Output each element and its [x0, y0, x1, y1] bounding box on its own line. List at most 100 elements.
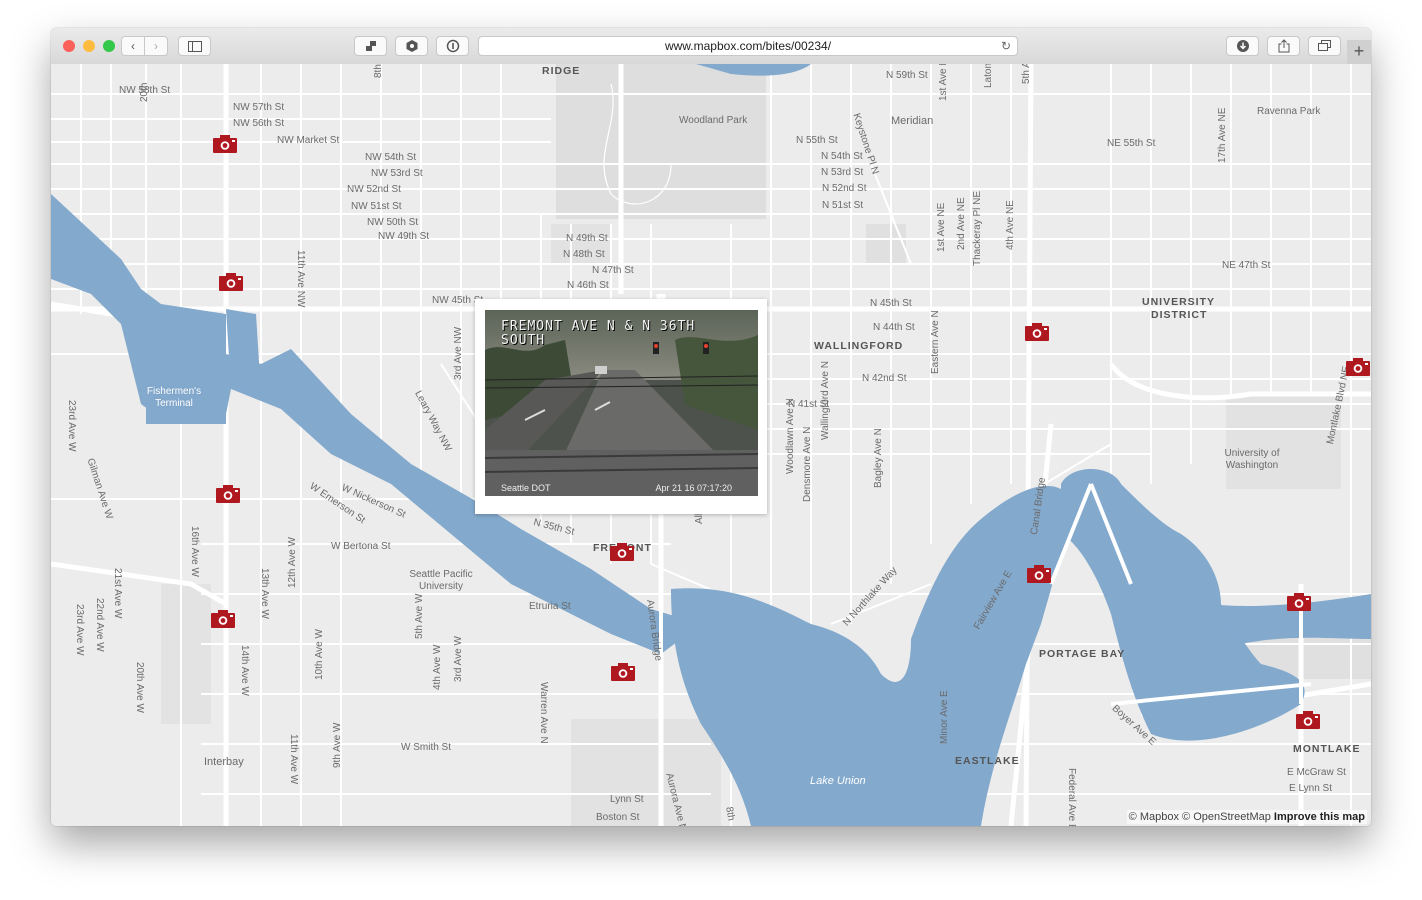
- extension-icon: [365, 41, 376, 51]
- map-canvas[interactable]: NW 58th St NW 57th St NW 56th St NW Mark…: [51, 64, 1371, 826]
- forward-icon: ›: [154, 39, 158, 53]
- map-label: NW 49th St: [378, 231, 430, 242]
- zoom-window-icon[interactable]: [103, 40, 115, 52]
- download-button[interactable]: [1226, 36, 1259, 56]
- map-label: N 46th St: [567, 280, 609, 291]
- tabs-button[interactable]: [1308, 36, 1341, 56]
- map-label: N 48th St: [563, 249, 605, 260]
- map-label: NW 57th St: [233, 102, 285, 113]
- traffic-camera-icon[interactable]: [609, 542, 635, 562]
- map-label: NW 51st St: [351, 201, 402, 212]
- map-label: 8th: [373, 64, 384, 78]
- map-label: E McGraw St: [1287, 767, 1346, 778]
- new-tab-button[interactable]: +: [1347, 40, 1371, 64]
- traffic-camera-icon[interactable]: [1286, 592, 1312, 612]
- map-attribution: © Mapbox © OpenStreetMap Improve this ma…: [1126, 810, 1367, 824]
- map-label: Lynn St: [610, 794, 644, 805]
- map-label: N 53rd St: [821, 167, 864, 178]
- camera-popup[interactable]: FREMONT AVE N & N 36TH SOUTH Seattle DOT…: [475, 299, 767, 514]
- improve-map-link[interactable]: Improve this map: [1274, 811, 1365, 823]
- map-label: Meridian: [891, 115, 934, 127]
- map-label: Federal Ave E: [1066, 768, 1077, 826]
- district-label: EASTLAKE: [955, 755, 1020, 767]
- traffic-camera-icon[interactable]: [215, 484, 241, 504]
- district-label: MONTLAKE: [1293, 743, 1361, 755]
- map-label: 17th Ave NE: [1217, 107, 1228, 163]
- map-label: Etruria St: [529, 601, 571, 612]
- map-label: N 49th St: [566, 233, 608, 244]
- map-label: N 59th St: [886, 70, 928, 81]
- map-label: N 45th St: [870, 298, 912, 309]
- map-label: 3rd Ave NW: [453, 326, 464, 380]
- share-icon: [1278, 39, 1289, 53]
- map-label: 12th Ave W: [287, 537, 298, 588]
- map-label: Wallingford Ave N: [820, 361, 831, 440]
- mapbox-attribution-link[interactable]: © Mapbox: [1129, 811, 1179, 823]
- download-icon: [1236, 40, 1249, 52]
- map-label: 9th Ave W: [332, 722, 343, 768]
- close-window-icon[interactable]: [63, 40, 75, 52]
- sidebar-icon: [187, 40, 202, 52]
- traffic-camera-icon[interactable]: [218, 272, 244, 292]
- map-label: 13th Ave W: [259, 568, 270, 619]
- map-label: Thackeray Pl NE: [972, 190, 983, 266]
- back-button[interactable]: ‹: [121, 36, 145, 56]
- water-label: Lake Union: [810, 775, 866, 787]
- extension-button[interactable]: [354, 36, 387, 56]
- share-button[interactable]: [1267, 36, 1300, 56]
- traffic-camera-icon[interactable]: [1024, 322, 1050, 342]
- map-label: 16th Ave W: [189, 526, 200, 577]
- titlebar: ‹ › www.mapbox.com/bites/00234/ ↻ +: [51, 28, 1371, 65]
- traffic-camera-icon[interactable]: [1345, 357, 1371, 377]
- camera-image: FREMONT AVE N & N 36TH SOUTH Seattle DOT…: [485, 310, 758, 496]
- map-label: Woodland Park: [679, 115, 748, 126]
- traffic-camera-icon[interactable]: [1295, 710, 1321, 730]
- map-label: 4th Ave NE: [1005, 200, 1016, 250]
- map-label: NW 52nd St: [347, 184, 401, 195]
- traffic-camera-icon[interactable]: [212, 134, 238, 154]
- map-label: University of Washington: [1224, 448, 1280, 471]
- map-label: E Lynn St: [1289, 783, 1332, 794]
- osm-attribution-link[interactable]: © OpenStreetMap: [1182, 811, 1271, 823]
- url-text: www.mapbox.com/bites/00234/: [664, 39, 832, 53]
- traffic-camera-icon[interactable]: [610, 662, 636, 682]
- map-label: N 47th St: [592, 265, 634, 276]
- camera-timestamp: Apr 21 16 07:17:20: [655, 483, 732, 493]
- map-label: N 54th St: [821, 151, 863, 162]
- map-label: Interbay: [204, 756, 244, 768]
- map-label: NW 50th St: [367, 217, 419, 228]
- info-button[interactable]: [436, 36, 469, 56]
- district-label: WALLINGFORD: [814, 340, 904, 352]
- hex-extension-button[interactable]: [395, 36, 428, 56]
- map-label: 11th Ave W: [288, 734, 299, 785]
- map-label: Woodlawn Ave N: [785, 398, 796, 474]
- minimize-window-icon[interactable]: [83, 40, 95, 52]
- traffic-camera-icon[interactable]: [1026, 564, 1052, 584]
- browser-window: ‹ › www.mapbox.com/bites/00234/ ↻ + NW 5…: [51, 28, 1371, 826]
- traffic-camera-icon[interactable]: [210, 609, 236, 629]
- hex-extension-icon: [406, 40, 417, 52]
- map-label: 10th Ave W: [314, 629, 325, 680]
- map-label: Fishermen's Terminal: [146, 386, 202, 409]
- map-label: N 44th St: [873, 322, 915, 333]
- map-label: N 51st St: [822, 200, 864, 211]
- map-label: 1st Ave NE: [936, 202, 947, 252]
- map-label: Seattle Pacific University: [409, 569, 473, 592]
- map-label: NE 55th St: [1107, 138, 1156, 149]
- district-label: RIDGE: [542, 65, 581, 77]
- url-bar[interactable]: www.mapbox.com/bites/00234/ ↻: [478, 36, 1018, 56]
- map-label: N 42nd St: [862, 373, 907, 384]
- reload-icon[interactable]: ↻: [1001, 37, 1011, 55]
- forward-button[interactable]: ›: [144, 36, 168, 56]
- sidebar-button[interactable]: [178, 36, 211, 56]
- district-label: DISTRICT: [1151, 309, 1208, 321]
- map-label: 23rd Ave W: [66, 400, 77, 452]
- map-label: W Smith St: [401, 742, 452, 753]
- tabs-icon: [1318, 40, 1331, 51]
- map-label: Bagley Ave N: [873, 428, 884, 488]
- info-icon: [446, 39, 459, 53]
- map-label: 5th Ave W: [414, 593, 425, 639]
- camera-source: Seattle DOT: [501, 483, 551, 493]
- map-label: 2nd Ave NE: [956, 197, 967, 250]
- map-label: 8th: [723, 806, 737, 822]
